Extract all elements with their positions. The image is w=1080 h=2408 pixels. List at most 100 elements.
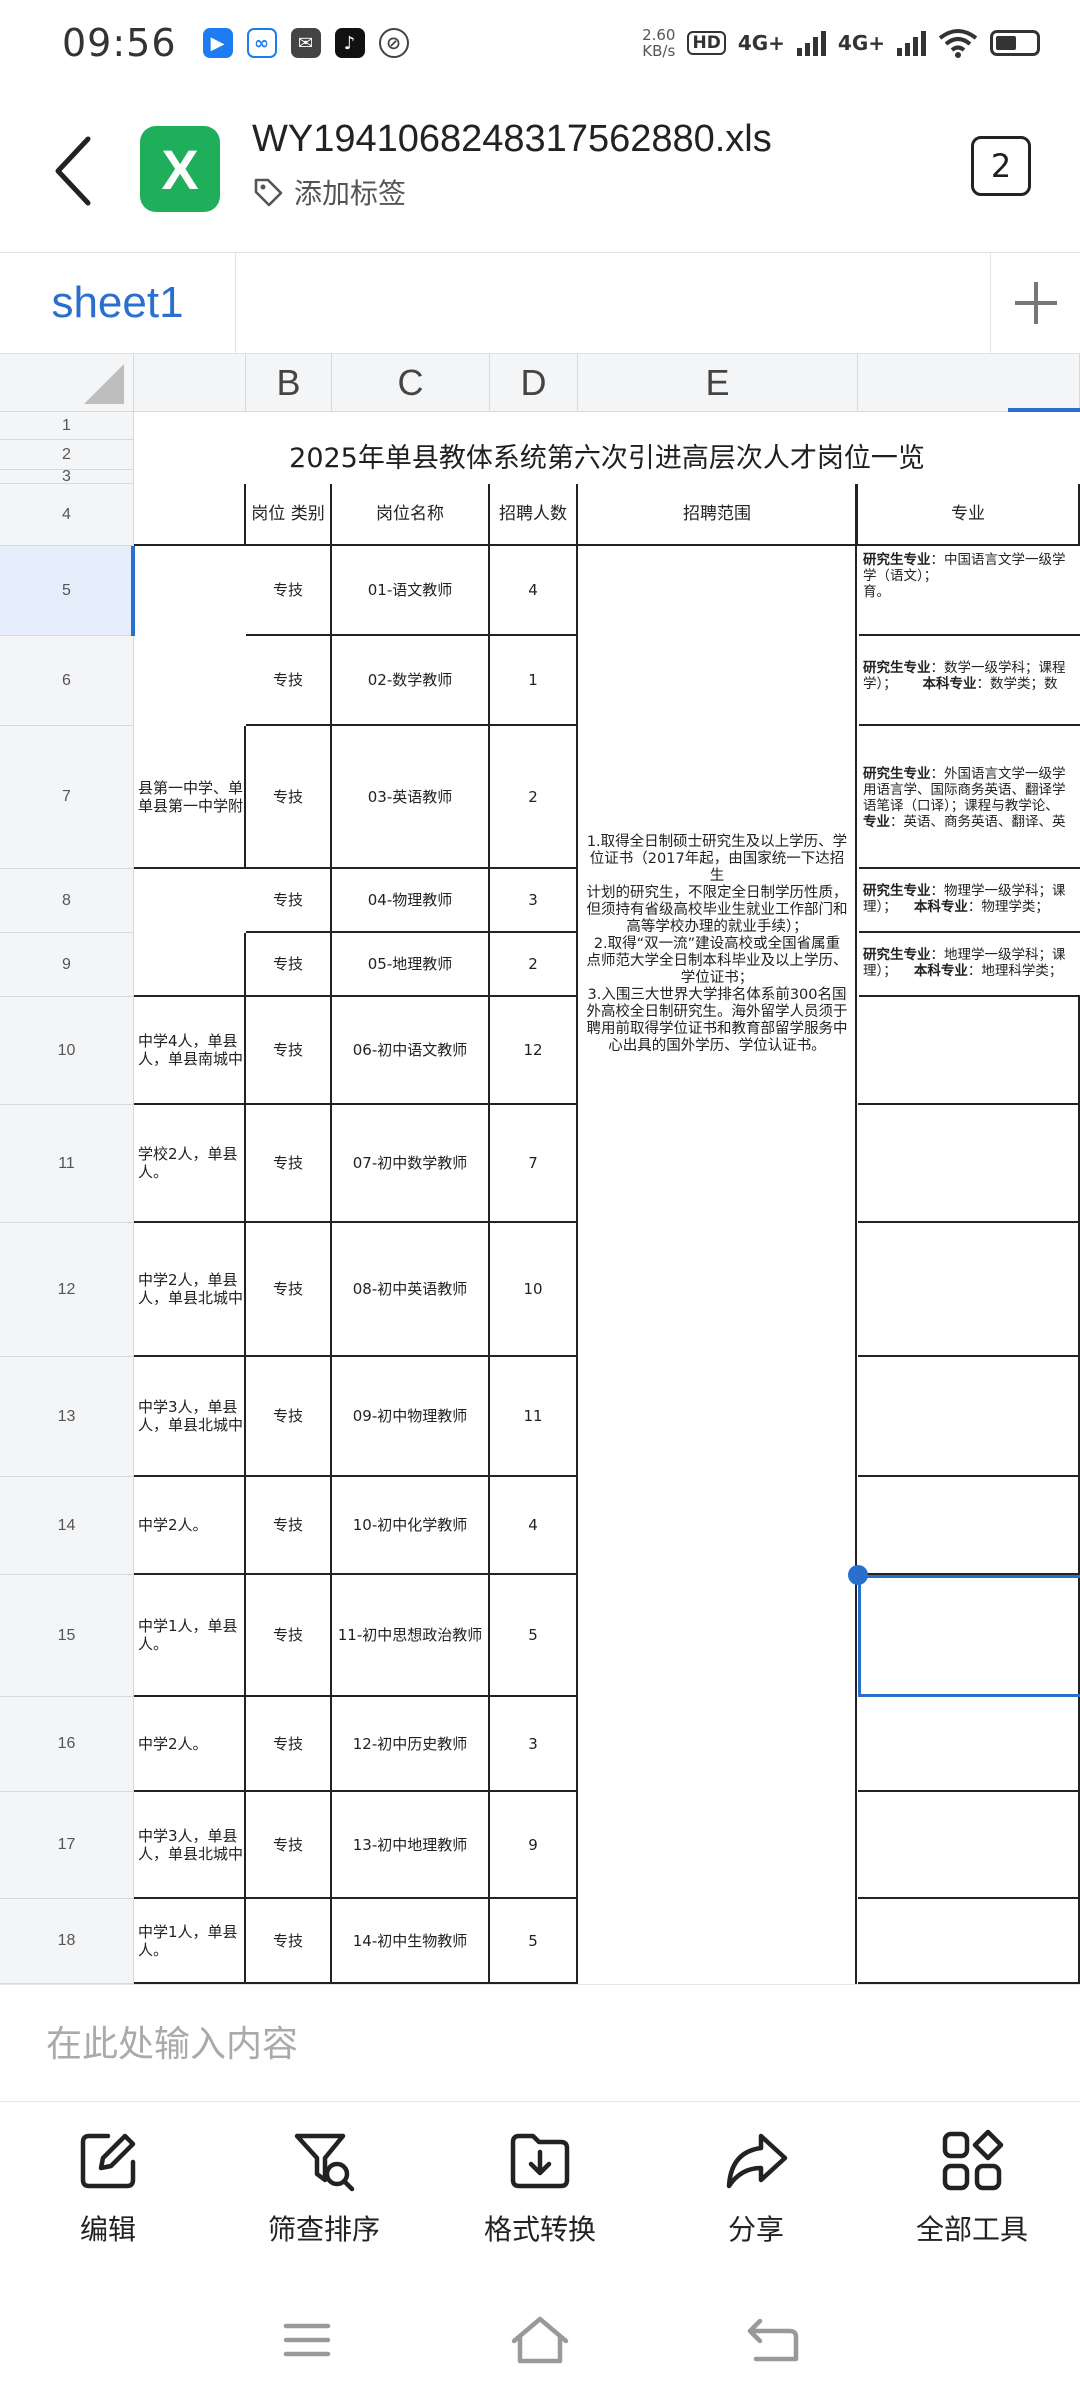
position-cell[interactable]: 05-地理教师: [332, 933, 490, 997]
position-cell[interactable]: 08-初中英语教师: [332, 1223, 490, 1357]
row-header[interactable]: 11: [0, 1105, 134, 1223]
add-sheet-button[interactable]: [990, 253, 1080, 353]
column-header-a[interactable]: [134, 354, 246, 412]
position-cell[interactable]: 13-初中地理教师: [332, 1792, 490, 1899]
category-cell[interactable]: 专技: [246, 933, 332, 997]
row-header[interactable]: 3: [0, 468, 134, 485]
position-cell[interactable]: 14-初中生物教师: [332, 1899, 490, 1984]
row-header[interactable]: 8: [0, 869, 134, 933]
unit-cell[interactable]: 中学2人，单县 人，单县北城中: [134, 1223, 246, 1357]
unit-cell[interactable]: 中学3人，单县 人，单县北城中: [134, 1792, 246, 1899]
selected-cell-outline[interactable]: [858, 1575, 1080, 1697]
row-header[interactable]: 6: [0, 636, 134, 726]
major-cell-empty[interactable]: [858, 1899, 1080, 1984]
position-cell[interactable]: 10-初中化学教师: [332, 1477, 490, 1575]
page-count-button[interactable]: 2: [971, 136, 1031, 196]
column-header-b[interactable]: B: [246, 354, 332, 412]
major-cell-empty[interactable]: [858, 1697, 1080, 1792]
count-cell[interactable]: 4: [490, 546, 578, 636]
count-cell[interactable]: 2: [490, 933, 578, 997]
count-header-cell[interactable]: 招聘人数: [490, 484, 578, 546]
unit-cell[interactable]: 中学1人，单县 人。: [134, 1575, 246, 1697]
major-cell[interactable]: 研究生专业：中国语言文学一级学 学（语文）； 育。: [859, 546, 1080, 636]
edit-button[interactable]: 编辑: [0, 2102, 216, 2272]
share-button[interactable]: 分享: [648, 2102, 864, 2272]
row-header[interactable]: 16: [0, 1697, 134, 1792]
position-cell[interactable]: 07-初中数学教师: [332, 1105, 490, 1223]
column-header-e[interactable]: E: [578, 354, 858, 412]
position-cell[interactable]: 09-初中物理教师: [332, 1357, 490, 1477]
position-cell[interactable]: 01-语文教师: [332, 546, 490, 636]
major-cell-empty[interactable]: [858, 1105, 1080, 1223]
category-cell[interactable]: 专技: [246, 726, 332, 869]
row-header[interactable]: 10: [0, 997, 134, 1105]
major-cell[interactable]: 研究生专业：外国语言文学一级学 用语言学、国际商务英语、翻译学 语笔译（口译）；…: [859, 726, 1080, 869]
major-cell-empty[interactable]: [858, 997, 1080, 1105]
unit-cell[interactable]: 中学3人，单县 人，单县北城中: [134, 1357, 246, 1477]
count-cell[interactable]: 4: [490, 1477, 578, 1575]
cell-content-input[interactable]: [46, 2011, 1026, 2077]
unit-cell[interactable]: 县第一中学、单 单县第一中学附: [134, 726, 246, 869]
count-cell[interactable]: 10: [490, 1223, 578, 1357]
category-cell[interactable]: 专技: [246, 1899, 332, 1984]
nav-back-button[interactable]: [743, 2310, 803, 2370]
category-cell[interactable]: 专技: [246, 1575, 332, 1697]
category-cell[interactable]: 专技: [246, 636, 332, 726]
major-cell-empty[interactable]: [858, 1357, 1080, 1477]
count-cell[interactable]: 2: [490, 726, 578, 869]
row-header[interactable]: 14: [0, 1477, 134, 1575]
position-cell[interactable]: 11-初中思想政治教师: [332, 1575, 490, 1697]
count-cell[interactable]: 1: [490, 636, 578, 726]
column-header-f[interactable]: [858, 354, 1080, 412]
column-header-d[interactable]: D: [490, 354, 578, 412]
row-header[interactable]: 17: [0, 1792, 134, 1899]
category-cell[interactable]: 专技: [246, 1792, 332, 1899]
count-cell[interactable]: 3: [490, 869, 578, 933]
row-header[interactable]: 4: [0, 484, 134, 546]
row-header[interactable]: 9: [0, 933, 134, 997]
unit-cell[interactable]: 学校2人，单县 人。: [134, 1105, 246, 1223]
row-header[interactable]: 12: [0, 1223, 134, 1357]
category-cell[interactable]: 专技: [246, 1477, 332, 1575]
major-cell-empty[interactable]: [858, 1477, 1080, 1575]
row-header[interactable]: 15: [0, 1575, 134, 1697]
back-arrow-icon[interactable]: [48, 131, 98, 211]
position-header-cell[interactable]: 岗位名称: [332, 484, 490, 546]
count-cell[interactable]: 3: [490, 1697, 578, 1792]
category-cell[interactable]: 专技: [246, 1697, 332, 1792]
selection-handle[interactable]: [848, 1565, 868, 1585]
unit-cell[interactable]: 中学2人。: [134, 1697, 246, 1792]
category-cell[interactable]: 专技: [246, 869, 332, 933]
column-header-c[interactable]: C: [332, 354, 490, 412]
unit-cell[interactable]: [134, 933, 246, 997]
position-cell[interactable]: 12-初中历史教师: [332, 1697, 490, 1792]
recruitment-range-cell[interactable]: 1.取得全日制硕士研究生及以上学历、学 位证书（2017年起，由国家统一下达招生…: [579, 484, 857, 1984]
filter-sort-button[interactable]: 筛查排序: [216, 2102, 432, 2272]
row-header[interactable]: 13: [0, 1357, 134, 1477]
major-cell[interactable]: 研究生专业：地理学一级学科；课 理）； 本科专业：地理科学类；: [859, 933, 1080, 997]
format-convert-button[interactable]: 格式转换: [432, 2102, 648, 2272]
all-tools-button[interactable]: 全部工具: [864, 2102, 1080, 2272]
row-header[interactable]: 2: [0, 440, 134, 470]
position-cell[interactable]: 03-英语教师: [332, 726, 490, 869]
category-cell[interactable]: 专技: [246, 546, 332, 636]
select-all-corner[interactable]: [0, 354, 134, 412]
unit-cell[interactable]: 中学2人。: [134, 1477, 246, 1575]
category-cell[interactable]: 专技: [246, 1105, 332, 1223]
count-cell[interactable]: 12: [490, 997, 578, 1105]
add-tag-button[interactable]: 添加标签: [252, 172, 406, 212]
category-cell[interactable]: 专技: [246, 1223, 332, 1357]
row-header[interactable]: 7: [0, 726, 134, 869]
sheet-title-cell[interactable]: 2025年单县教体系统第六次引进高层次人才岗位一览: [134, 440, 1080, 471]
major-cell[interactable]: 研究生专业：物理学一级学科；课 理）； 本科专业：物理学类；: [859, 869, 1080, 933]
position-cell[interactable]: 02-数学教师: [332, 636, 490, 726]
major-cell-empty[interactable]: [858, 1223, 1080, 1357]
count-cell[interactable]: 7: [490, 1105, 578, 1223]
position-cell[interactable]: 04-物理教师: [332, 869, 490, 933]
spreadsheet-grid[interactable]: B C D E 1 2 3 4 5 6 7 8 9 10 11 12 13 14 15 16 17 18 岗位 类别…: [0, 354, 1080, 1984]
row-header[interactable]: 1: [0, 412, 134, 440]
unit-header-cell[interactable]: [134, 484, 246, 546]
major-header-cell[interactable]: 专业: [858, 484, 1080, 546]
category-cell[interactable]: 专技: [246, 997, 332, 1105]
row-header[interactable]: 18: [0, 1899, 134, 1984]
